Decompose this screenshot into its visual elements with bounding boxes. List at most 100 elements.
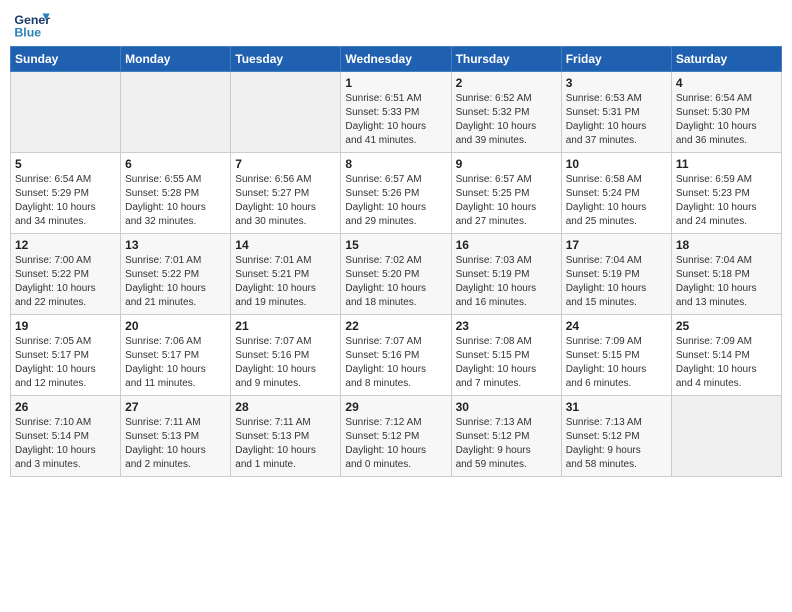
day-number: 12 xyxy=(15,238,116,252)
day-info: Sunrise: 7:00 AM Sunset: 5:22 PM Dayligh… xyxy=(15,254,116,310)
day-info: Sunrise: 7:04 AM Sunset: 5:18 PM Dayligh… xyxy=(676,254,777,310)
day-number: 7 xyxy=(235,157,336,171)
calendar-cell: 3Sunrise: 6:53 AM Sunset: 5:31 PM Daylig… xyxy=(561,72,671,153)
day-info: Sunrise: 7:08 AM Sunset: 5:15 PM Dayligh… xyxy=(456,335,557,391)
day-info: Sunrise: 7:13 AM Sunset: 5:12 PM Dayligh… xyxy=(566,416,667,472)
day-number: 2 xyxy=(456,76,557,90)
svg-text:Blue: Blue xyxy=(14,25,41,39)
calendar-cell: 27 Sunrise: 7:11 AM Sunset: 5:13 PM Dayli… xyxy=(121,396,231,477)
day-info: Sunrise: 7:11 AM Sunset: 5:13 PM Dayligh… xyxy=(125,416,226,472)
calendar-cell xyxy=(231,72,341,153)
weekday-header-friday: Friday xyxy=(561,47,671,72)
calendar-cell: 12 Sunrise: 7:00 AM Sunset: 5:22 PM Dayli… xyxy=(11,234,121,315)
day-number: 24 xyxy=(566,319,667,333)
calendar-cell xyxy=(121,72,231,153)
day-number: 25 xyxy=(676,319,777,333)
day-number: 29 xyxy=(345,400,446,414)
day-info: Sunrise: 6:58 AM Sunset: 5:24 PM Dayligh… xyxy=(566,173,667,229)
day-info: Sunrise: 6:54 AM Sunset: 5:29 PM Dayligh… xyxy=(15,173,116,229)
calendar-cell: 31Sunrise: 7:13 AM Sunset: 5:12 PM Dayli… xyxy=(561,396,671,477)
weekday-header-wednesday: Wednesday xyxy=(341,47,451,72)
logo-icon: General Blue xyxy=(14,10,50,40)
day-info: Sunrise: 7:01 AM Sunset: 5:21 PM Dayligh… xyxy=(235,254,336,310)
day-number: 27 xyxy=(125,400,226,414)
weekday-header-thursday: Thursday xyxy=(451,47,561,72)
calendar-cell: 21Sunrise: 7:07 AM Sunset: 5:16 PM Dayli… xyxy=(231,315,341,396)
day-number: 20 xyxy=(125,319,226,333)
day-number: 19 xyxy=(15,319,116,333)
week-row-4: 19 Sunrise: 7:05 AM Sunset: 5:17 PM Dayli… xyxy=(11,315,782,396)
calendar-cell: 14 Sunrise: 7:01 AM Sunset: 5:21 PM Dayli… xyxy=(231,234,341,315)
day-number: 1 xyxy=(345,76,446,90)
calendar-cell: 18Sunrise: 7:04 AM Sunset: 5:18 PM Dayli… xyxy=(671,234,781,315)
day-info: Sunrise: 6:59 AM Sunset: 5:23 PM Dayligh… xyxy=(676,173,777,229)
calendar-cell: 25 Sunrise: 7:09 AM Sunset: 5:14 PM Dayli… xyxy=(671,315,781,396)
weekday-header-tuesday: Tuesday xyxy=(231,47,341,72)
day-number: 9 xyxy=(456,157,557,171)
day-info: Sunrise: 6:54 AM Sunset: 5:30 PM Dayligh… xyxy=(676,92,777,148)
calendar-cell: 1 Sunrise: 6:51 AM Sunset: 5:33 PM Daylig… xyxy=(341,72,451,153)
day-info: Sunrise: 6:55 AM Sunset: 5:28 PM Dayligh… xyxy=(125,173,226,229)
calendar-cell xyxy=(671,396,781,477)
day-info: Sunrise: 6:57 AM Sunset: 5:25 PM Dayligh… xyxy=(456,173,557,229)
day-number: 11 xyxy=(676,157,777,171)
calendar-cell: 16 Sunrise: 7:03 AM Sunset: 5:19 PM Dayli… xyxy=(451,234,561,315)
calendar-cell: 8 Sunrise: 6:57 AM Sunset: 5:26 PM Daylig… xyxy=(341,153,451,234)
day-info: Sunrise: 7:09 AM Sunset: 5:14 PM Dayligh… xyxy=(676,335,777,391)
day-info: Sunrise: 6:51 AM Sunset: 5:33 PM Dayligh… xyxy=(345,92,446,148)
day-info: Sunrise: 6:57 AM Sunset: 5:26 PM Dayligh… xyxy=(345,173,446,229)
day-number: 13 xyxy=(125,238,226,252)
calendar-table: SundayMondayTuesdayWednesdayThursdayFrid… xyxy=(10,46,782,477)
day-number: 26 xyxy=(15,400,116,414)
calendar-cell: 30Sunrise: 7:13 AM Sunset: 5:12 PM Dayli… xyxy=(451,396,561,477)
day-info: Sunrise: 7:02 AM Sunset: 5:20 PM Dayligh… xyxy=(345,254,446,310)
calendar-cell: 22 Sunrise: 7:07 AM Sunset: 5:16 PM Dayli… xyxy=(341,315,451,396)
calendar-cell: 4Sunrise: 6:54 AM Sunset: 5:30 PM Daylig… xyxy=(671,72,781,153)
day-number: 14 xyxy=(235,238,336,252)
day-info: Sunrise: 6:52 AM Sunset: 5:32 PM Dayligh… xyxy=(456,92,557,148)
day-info: Sunrise: 7:05 AM Sunset: 5:17 PM Dayligh… xyxy=(15,335,116,391)
day-info: Sunrise: 7:06 AM Sunset: 5:17 PM Dayligh… xyxy=(125,335,226,391)
calendar-cell: 7Sunrise: 6:56 AM Sunset: 5:27 PM Daylig… xyxy=(231,153,341,234)
day-number: 8 xyxy=(345,157,446,171)
day-number: 6 xyxy=(125,157,226,171)
weekday-header-saturday: Saturday xyxy=(671,47,781,72)
day-number: 22 xyxy=(345,319,446,333)
weekday-header-sunday: Sunday xyxy=(11,47,121,72)
page-header: General Blue xyxy=(10,10,782,40)
calendar-cell: 29 Sunrise: 7:12 AM Sunset: 5:12 PM Dayli… xyxy=(341,396,451,477)
day-info: Sunrise: 7:09 AM Sunset: 5:15 PM Dayligh… xyxy=(566,335,667,391)
day-number: 30 xyxy=(456,400,557,414)
calendar-cell: 17 Sunrise: 7:04 AM Sunset: 5:19 PM Dayli… xyxy=(561,234,671,315)
weekday-header-row: SundayMondayTuesdayWednesdayThursdayFrid… xyxy=(11,47,782,72)
calendar-cell: 19 Sunrise: 7:05 AM Sunset: 5:17 PM Dayli… xyxy=(11,315,121,396)
day-number: 17 xyxy=(566,238,667,252)
day-number: 3 xyxy=(566,76,667,90)
day-number: 16 xyxy=(456,238,557,252)
day-info: Sunrise: 7:04 AM Sunset: 5:19 PM Dayligh… xyxy=(566,254,667,310)
calendar-cell: 13 Sunrise: 7:01 AM Sunset: 5:22 PM Dayli… xyxy=(121,234,231,315)
week-row-5: 26 Sunrise: 7:10 AM Sunset: 5:14 PM Dayli… xyxy=(11,396,782,477)
day-info: Sunrise: 7:11 AM Sunset: 5:13 PM Dayligh… xyxy=(235,416,336,472)
day-number: 5 xyxy=(15,157,116,171)
day-info: Sunrise: 7:03 AM Sunset: 5:19 PM Dayligh… xyxy=(456,254,557,310)
day-info: Sunrise: 7:12 AM Sunset: 5:12 PM Dayligh… xyxy=(345,416,446,472)
calendar-cell: 11 Sunrise: 6:59 AM Sunset: 5:23 PM Dayli… xyxy=(671,153,781,234)
day-number: 23 xyxy=(456,319,557,333)
day-number: 15 xyxy=(345,238,446,252)
day-number: 10 xyxy=(566,157,667,171)
day-number: 28 xyxy=(235,400,336,414)
calendar-cell: 28 Sunrise: 7:11 AM Sunset: 5:13 PM Dayli… xyxy=(231,396,341,477)
calendar-cell: 15 Sunrise: 7:02 AM Sunset: 5:20 PM Dayli… xyxy=(341,234,451,315)
calendar-cell: 23 Sunrise: 7:08 AM Sunset: 5:15 PM Dayli… xyxy=(451,315,561,396)
day-info: Sunrise: 7:01 AM Sunset: 5:22 PM Dayligh… xyxy=(125,254,226,310)
week-row-3: 12 Sunrise: 7:00 AM Sunset: 5:22 PM Dayli… xyxy=(11,234,782,315)
day-info: Sunrise: 7:07 AM Sunset: 5:16 PM Dayligh… xyxy=(235,335,336,391)
calendar-cell: 6 Sunrise: 6:55 AM Sunset: 5:28 PM Daylig… xyxy=(121,153,231,234)
calendar-cell: 26 Sunrise: 7:10 AM Sunset: 5:14 PM Dayli… xyxy=(11,396,121,477)
calendar-cell: 24 Sunrise: 7:09 AM Sunset: 5:15 PM Dayli… xyxy=(561,315,671,396)
calendar-cell: 9 Sunrise: 6:57 AM Sunset: 5:25 PM Daylig… xyxy=(451,153,561,234)
day-info: Sunrise: 7:10 AM Sunset: 5:14 PM Dayligh… xyxy=(15,416,116,472)
day-info: Sunrise: 7:07 AM Sunset: 5:16 PM Dayligh… xyxy=(345,335,446,391)
calendar-cell: 5 Sunrise: 6:54 AM Sunset: 5:29 PM Daylig… xyxy=(11,153,121,234)
